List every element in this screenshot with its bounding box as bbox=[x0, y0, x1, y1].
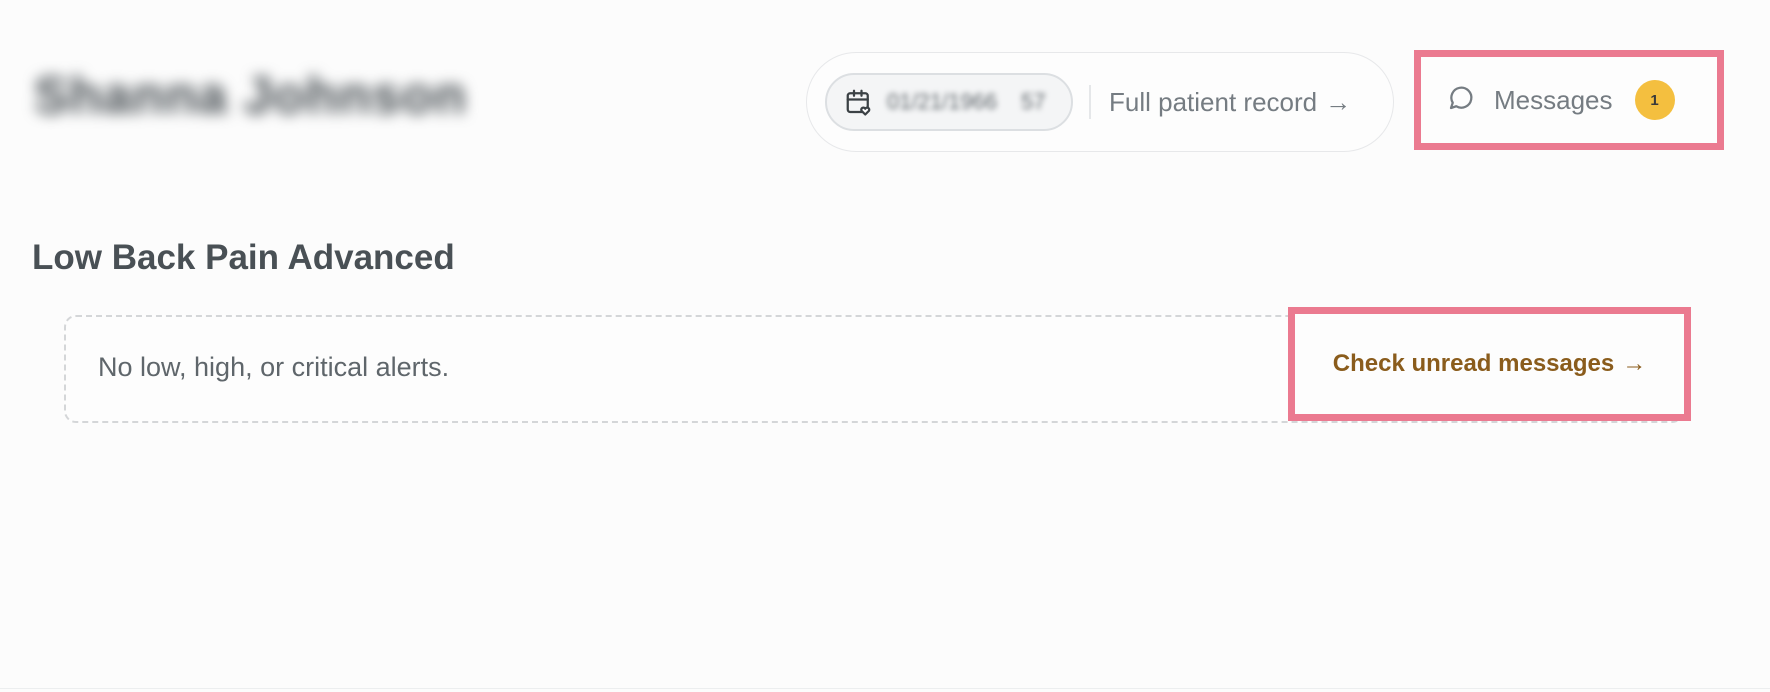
chat-bubble-icon bbox=[1446, 83, 1476, 118]
calendar-heart-icon bbox=[843, 86, 875, 118]
check-unread-messages-link[interactable]: Check unread messages → bbox=[1296, 315, 1683, 413]
arrow-right-icon: → bbox=[1325, 86, 1352, 117]
condition-title: Low Back Pain Advanced bbox=[32, 238, 455, 277]
patient-page: Shanna Johnson 01/21/1966 57 Full patien… bbox=[0, 0, 1770, 692]
full-patient-record-label: Full patient record bbox=[1109, 86, 1318, 117]
dob-chip: 01/21/1966 57 bbox=[825, 73, 1073, 131]
check-unread-messages-label: Check unread messages bbox=[1332, 350, 1615, 377]
patient-header-pill: 01/21/1966 57 Full patient record → bbox=[806, 52, 1394, 152]
patient-name: Shanna Johnson bbox=[34, 67, 467, 125]
arrow-right-icon: → bbox=[1622, 350, 1647, 377]
full-patient-record-link[interactable]: Full patient record → bbox=[1109, 87, 1351, 118]
messages-label: Messages bbox=[1494, 84, 1613, 115]
messages-count-badge: 1 bbox=[1634, 80, 1675, 120]
age-value: 57 bbox=[1021, 89, 1046, 114]
bottom-divider bbox=[0, 688, 1770, 689]
messages-button[interactable]: Messages 1 bbox=[1422, 58, 1716, 142]
dob-value: 01/21/1966 bbox=[887, 89, 998, 114]
alerts-status-text: No low, high, or critical alerts. bbox=[98, 352, 450, 382]
header-divider bbox=[1089, 85, 1091, 119]
